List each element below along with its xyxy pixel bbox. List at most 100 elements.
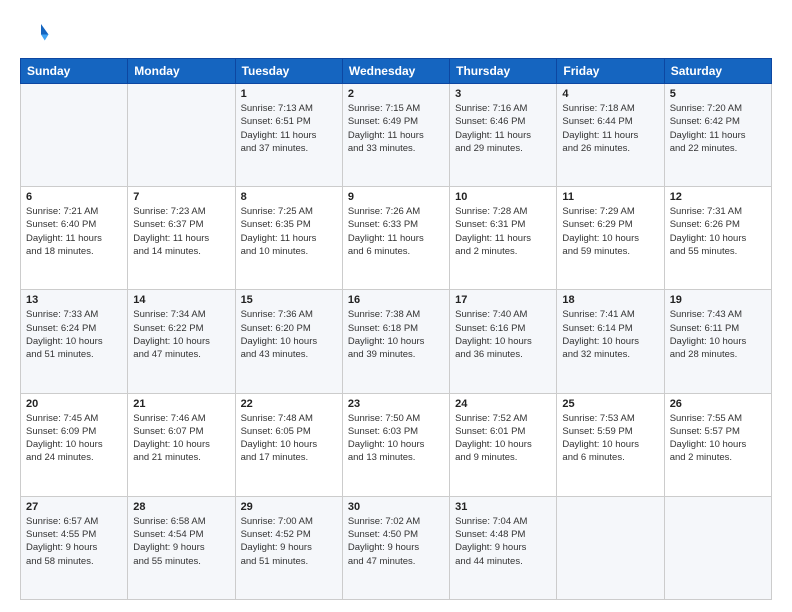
day-cell: 15 Sunrise: 7:36 AM Sunset: 6:20 PM Dayli… [235, 290, 342, 393]
day-number: 12 [670, 191, 766, 203]
day-cell: 20 Sunrise: 7:45 AM Sunset: 6:09 PM Dayli… [21, 393, 128, 496]
page: SundayMondayTuesdayWednesdayThursdayFrid… [0, 0, 792, 612]
day-cell: 8 Sunrise: 7:25 AM Sunset: 6:35 PM Daylig… [235, 187, 342, 290]
day-number: 24 [455, 398, 551, 410]
day-number: 16 [348, 294, 444, 306]
day-cell: 9Sunrise: 7:26 AM Sunset: 6:33 PM Daylig… [342, 187, 449, 290]
day-info: Sunrise: 7:46 AM Sunset: 6:07 PM Dayligh… [133, 412, 229, 465]
day-info: Sunrise: 7:02 AM Sunset: 4:50 PM Dayligh… [348, 515, 444, 568]
day-cell: 10Sunrise: 7:28 AM Sunset: 6:31 PM Dayli… [450, 187, 557, 290]
day-number: 7 [133, 191, 229, 203]
day-number: 14 [133, 294, 229, 306]
day-cell: 23Sunrise: 7:50 AM Sunset: 6:03 PM Dayli… [342, 393, 449, 496]
day-cell: 21 Sunrise: 7:46 AM Sunset: 6:07 PM Dayli… [128, 393, 235, 496]
day-info: Sunrise: 7:52 AM Sunset: 6:01 PM Dayligh… [455, 412, 551, 465]
day-info: Sunrise: 7:28 AM Sunset: 6:31 PM Dayligh… [455, 205, 551, 258]
day-number: 17 [455, 294, 551, 306]
day-cell: 24 Sunrise: 7:52 AM Sunset: 6:01 PM Dayli… [450, 393, 557, 496]
day-info: Sunrise: 7:25 AM Sunset: 6:35 PM Dayligh… [241, 205, 337, 258]
day-cell: 11Sunrise: 7:29 AM Sunset: 6:29 PM Dayli… [557, 187, 664, 290]
day-cell: 27Sunrise: 6:57 AM Sunset: 4:55 PM Dayli… [21, 496, 128, 599]
day-number: 29 [241, 501, 337, 513]
day-info: Sunrise: 7:21 AM Sunset: 6:40 PM Dayligh… [26, 205, 122, 258]
day-number: 21 [133, 398, 229, 410]
day-cell: 31Sunrise: 7:04 AM Sunset: 4:48 PM Dayli… [450, 496, 557, 599]
week-row-1: 1 Sunrise: 7:13 AM Sunset: 6:51 PM Daylig… [21, 84, 772, 187]
day-info: Sunrise: 7:43 AM Sunset: 6:11 PM Dayligh… [670, 308, 766, 361]
day-cell: 3 Sunrise: 7:16 AM Sunset: 6:46 PM Daylig… [450, 84, 557, 187]
day-number: 4 [562, 88, 658, 100]
day-info: Sunrise: 7:31 AM Sunset: 6:26 PM Dayligh… [670, 205, 766, 258]
day-info: Sunrise: 7:29 AM Sunset: 6:29 PM Dayligh… [562, 205, 658, 258]
week-row-2: 6 Sunrise: 7:21 AM Sunset: 6:40 PM Daylig… [21, 187, 772, 290]
day-info: Sunrise: 6:58 AM Sunset: 4:54 PM Dayligh… [133, 515, 229, 568]
day-number: 1 [241, 88, 337, 100]
day-number: 15 [241, 294, 337, 306]
weekday-friday: Friday [557, 59, 664, 84]
day-number: 20 [26, 398, 122, 410]
day-info: Sunrise: 7:45 AM Sunset: 6:09 PM Dayligh… [26, 412, 122, 465]
day-info: Sunrise: 7:13 AM Sunset: 6:51 PM Dayligh… [241, 102, 337, 155]
day-number: 26 [670, 398, 766, 410]
day-cell: 29 Sunrise: 7:00 AM Sunset: 4:52 PM Dayli… [235, 496, 342, 599]
day-cell [664, 496, 771, 599]
day-number: 3 [455, 88, 551, 100]
day-cell: 30 Sunrise: 7:02 AM Sunset: 4:50 PM Dayli… [342, 496, 449, 599]
weekday-sunday: Sunday [21, 59, 128, 84]
day-cell: 16 Sunrise: 7:38 AM Sunset: 6:18 PM Dayli… [342, 290, 449, 393]
day-cell: 4 Sunrise: 7:18 AM Sunset: 6:44 PM Daylig… [557, 84, 664, 187]
day-info: Sunrise: 7:16 AM Sunset: 6:46 PM Dayligh… [455, 102, 551, 155]
day-info: Sunrise: 7:34 AM Sunset: 6:22 PM Dayligh… [133, 308, 229, 361]
day-number: 22 [241, 398, 337, 410]
day-info: Sunrise: 7:36 AM Sunset: 6:20 PM Dayligh… [241, 308, 337, 361]
weekday-wednesday: Wednesday [342, 59, 449, 84]
day-number: 2 [348, 88, 444, 100]
day-info: Sunrise: 7:23 AM Sunset: 6:37 PM Dayligh… [133, 205, 229, 258]
day-number: 31 [455, 501, 551, 513]
day-info: Sunrise: 7:40 AM Sunset: 6:16 PM Dayligh… [455, 308, 551, 361]
day-number: 23 [348, 398, 444, 410]
day-cell [21, 84, 128, 187]
day-number: 6 [26, 191, 122, 203]
calendar-table: SundayMondayTuesdayWednesdayThursdayFrid… [20, 58, 772, 600]
day-cell: 13 Sunrise: 7:33 AM Sunset: 6:24 PM Dayli… [21, 290, 128, 393]
day-cell: 14 Sunrise: 7:34 AM Sunset: 6:22 PM Dayli… [128, 290, 235, 393]
day-cell [557, 496, 664, 599]
weekday-thursday: Thursday [450, 59, 557, 84]
weekday-monday: Monday [128, 59, 235, 84]
day-info: Sunrise: 7:48 AM Sunset: 6:05 PM Dayligh… [241, 412, 337, 465]
day-number: 13 [26, 294, 122, 306]
day-number: 5 [670, 88, 766, 100]
day-number: 25 [562, 398, 658, 410]
day-info: Sunrise: 7:00 AM Sunset: 4:52 PM Dayligh… [241, 515, 337, 568]
day-info: Sunrise: 7:38 AM Sunset: 6:18 PM Dayligh… [348, 308, 444, 361]
day-cell: 12 Sunrise: 7:31 AM Sunset: 6:26 PM Dayli… [664, 187, 771, 290]
day-cell: 25Sunrise: 7:53 AM Sunset: 5:59 PM Dayli… [557, 393, 664, 496]
day-cell: 5 Sunrise: 7:20 AM Sunset: 6:42 PM Daylig… [664, 84, 771, 187]
day-number: 19 [670, 294, 766, 306]
day-number: 8 [241, 191, 337, 203]
day-cell [128, 84, 235, 187]
week-row-4: 20 Sunrise: 7:45 AM Sunset: 6:09 PM Dayli… [21, 393, 772, 496]
weekday-header-row: SundayMondayTuesdayWednesdayThursdayFrid… [21, 59, 772, 84]
day-cell: 28Sunrise: 6:58 AM Sunset: 4:54 PM Dayli… [128, 496, 235, 599]
day-info: Sunrise: 7:15 AM Sunset: 6:49 PM Dayligh… [348, 102, 444, 155]
day-info: Sunrise: 7:18 AM Sunset: 6:44 PM Dayligh… [562, 102, 658, 155]
day-info: Sunrise: 7:20 AM Sunset: 6:42 PM Dayligh… [670, 102, 766, 155]
day-number: 18 [562, 294, 658, 306]
day-number: 30 [348, 501, 444, 513]
day-cell: 26 Sunrise: 7:55 AM Sunset: 5:57 PM Dayli… [664, 393, 771, 496]
header [20, 18, 772, 48]
day-cell: 1 Sunrise: 7:13 AM Sunset: 6:51 PM Daylig… [235, 84, 342, 187]
day-number: 9 [348, 191, 444, 203]
day-cell: 19 Sunrise: 7:43 AM Sunset: 6:11 PM Dayli… [664, 290, 771, 393]
logo-icon [20, 18, 50, 48]
week-row-5: 27Sunrise: 6:57 AM Sunset: 4:55 PM Dayli… [21, 496, 772, 599]
weekday-tuesday: Tuesday [235, 59, 342, 84]
day-info: Sunrise: 6:57 AM Sunset: 4:55 PM Dayligh… [26, 515, 122, 568]
day-info: Sunrise: 7:55 AM Sunset: 5:57 PM Dayligh… [670, 412, 766, 465]
day-cell: 18Sunrise: 7:41 AM Sunset: 6:14 PM Dayli… [557, 290, 664, 393]
day-info: Sunrise: 7:33 AM Sunset: 6:24 PM Dayligh… [26, 308, 122, 361]
day-cell: 7 Sunrise: 7:23 AM Sunset: 6:37 PM Daylig… [128, 187, 235, 290]
day-cell: 6 Sunrise: 7:21 AM Sunset: 6:40 PM Daylig… [21, 187, 128, 290]
